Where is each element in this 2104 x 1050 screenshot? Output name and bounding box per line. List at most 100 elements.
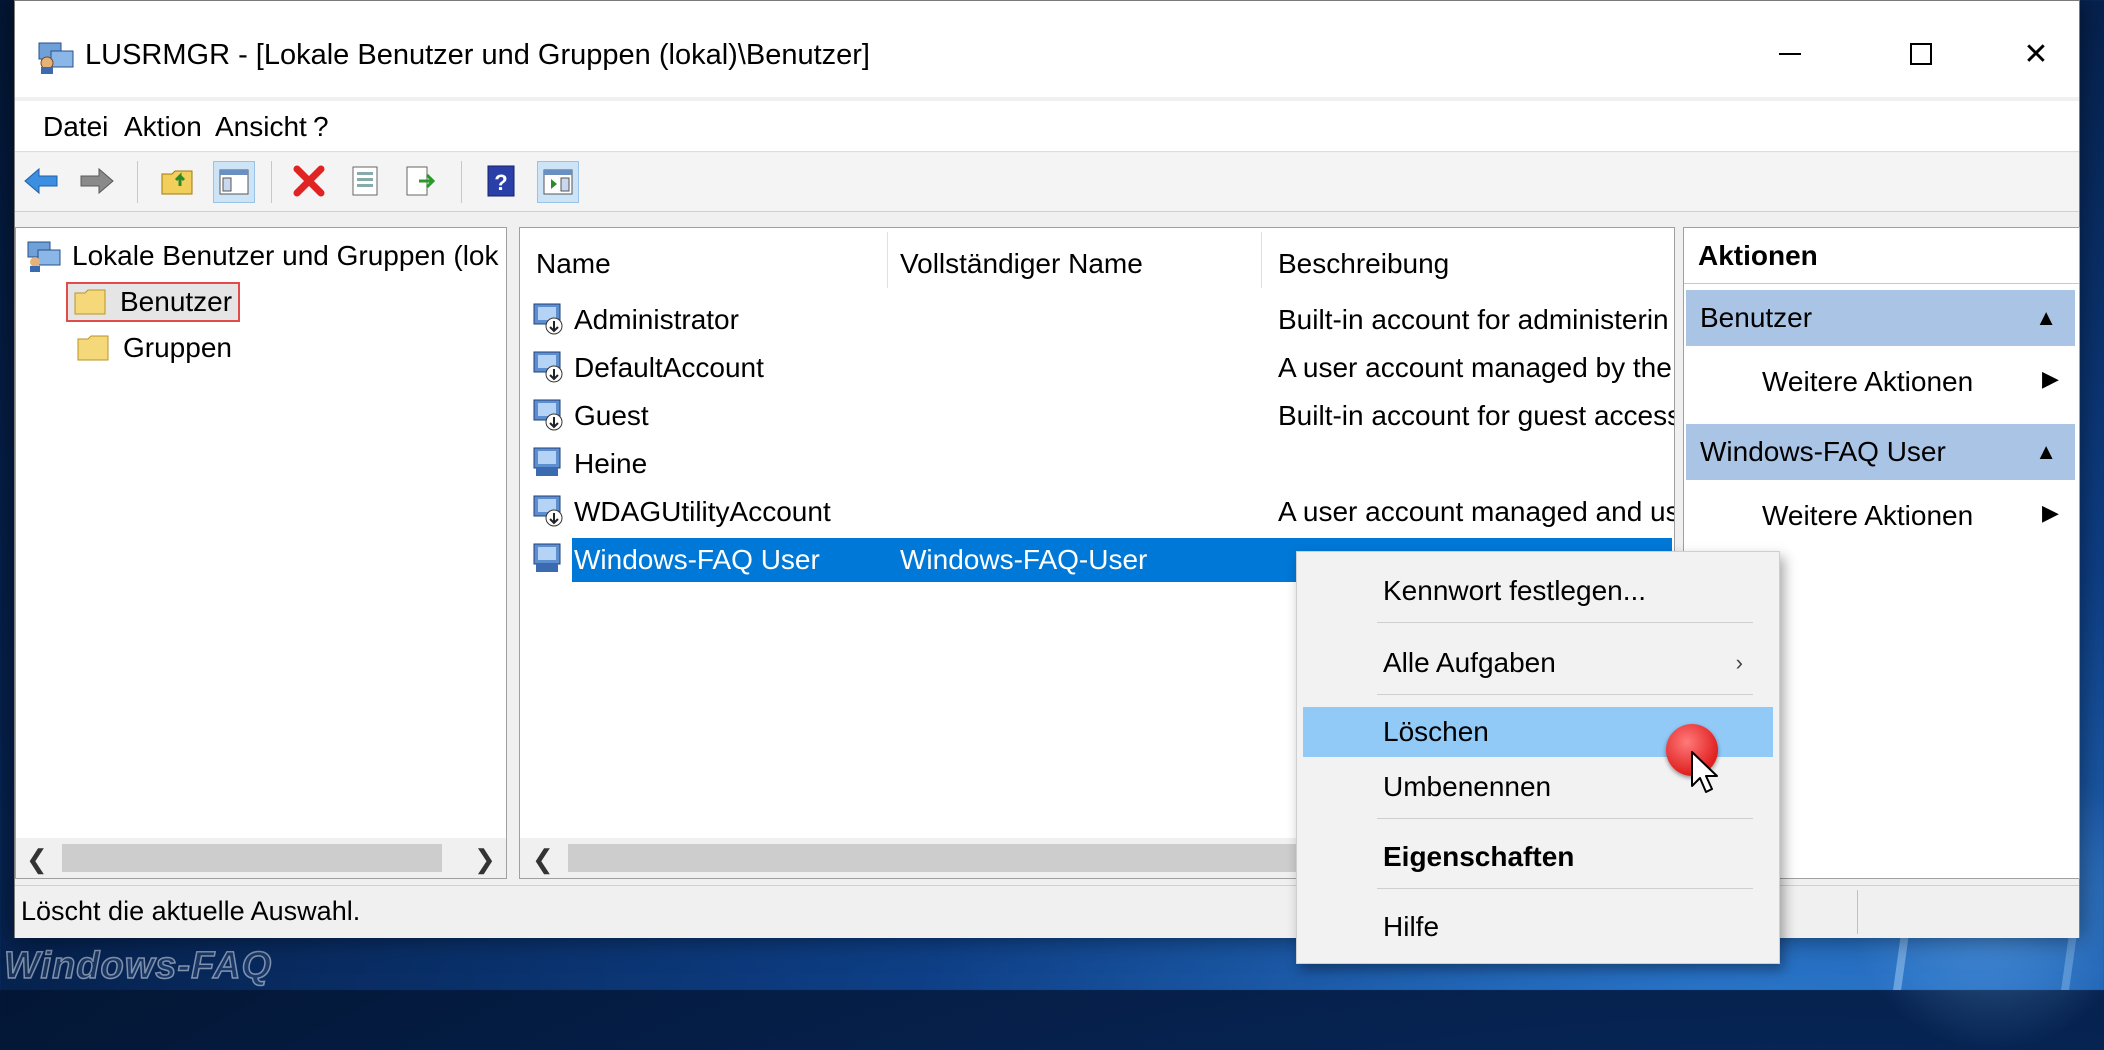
menu-separator [1377,622,1753,623]
menu-label: Hilfe [1383,911,1440,942]
column-divider[interactable] [887,232,888,288]
up-folder-icon [161,170,193,195]
section-header: Windows-FAQ User [1700,436,1946,467]
title-bar[interactable]: LUSRMGR - [Lokale Benutzer und Gruppen (… [15,1,2079,97]
cell-fullname: Windows-FAQ-User [900,544,1148,575]
table-row[interactable]: Heine [520,442,1674,486]
user-icon [533,351,563,383]
properties-icon [352,166,378,196]
cell-description: Built-in account for administerin [1278,304,1669,335]
menu-label: Löschen [1383,716,1489,747]
column-divider[interactable] [1261,232,1262,288]
tree-item-benutzer[interactable]: Benutzer [66,282,241,322]
menu-label: Umbenennen [1383,771,1552,802]
actions-section-user[interactable]: Windows-FAQ User ▲ [1686,424,2075,480]
column-header-name[interactable]: Name [536,248,611,280]
minimize-button[interactable] [1750,23,1830,85]
scroll-thumb[interactable] [62,844,442,872]
scroll-left-icon[interactable]: ❮ [26,844,48,875]
show-hide-tree-icon [219,169,249,195]
submenu-arrow-icon: ▶ [2042,500,2059,525]
folder-icon [77,335,109,361]
menu-datei[interactable]: Datei [43,111,108,143]
user-icon [533,303,563,335]
menu-item-eigenschaften[interactable]: Eigenschaften [1303,832,1773,882]
toolbar-separator [461,161,462,203]
status-text: Löscht die aktuelle Auswahl. [21,896,361,926]
toolbar-separator [137,161,138,203]
cell-description: A user account managed by the [1278,352,1672,383]
close-icon: ✕ [2023,37,2049,71]
svg-text:?: ? [494,170,507,195]
mouse-cursor-icon [1691,751,1718,793]
back-button[interactable] [21,161,61,201]
tree-root[interactable]: Lokale Benutzer und Gruppen (lok [26,240,499,272]
users-groups-icon [27,241,61,272]
submenu-chevron-icon: › [1735,650,1743,675]
help-button[interactable]: ? [481,161,521,201]
menu-label: Alle Aufgaben [1383,647,1556,678]
forward-button[interactable] [77,161,117,201]
link-label: Weitere Aktionen [1762,500,1974,531]
cell-name: Windows-FAQ User [574,544,820,575]
menu-item-hilfe[interactable]: Hilfe [1303,902,1773,952]
menu-ansicht[interactable]: Ansicht [215,111,307,143]
column-header-fullname[interactable]: Vollständiger Name [900,248,1143,280]
tree-item-gruppen[interactable]: Gruppen [71,330,238,366]
actions-title: Aktionen [1684,228,2079,284]
menu-label: Eigenschaften [1383,841,1575,872]
tree-pane: Lokale Benutzer und Gruppen (lok Benutze… [15,227,507,879]
menu-bar: Datei Aktion Ansicht ? [15,101,2079,152]
close-button[interactable]: ✕ [1996,23,2076,85]
user-icon [533,399,563,431]
back-arrow-icon [24,167,58,195]
menu-help[interactable]: ? [313,111,329,143]
scroll-right-icon[interactable]: ❯ [474,844,496,875]
scroll-thumb[interactable] [568,844,1328,872]
folder-icon [74,289,106,315]
tree-item-label: Gruppen [123,332,232,363]
tree-hscrollbar[interactable]: ❮ ❯ [16,838,506,878]
table-row[interactable]: DefaultAccount A user account managed by… [520,346,1674,390]
table-row[interactable]: Administrator Built-in account for admin… [520,298,1674,342]
weitere-aktionen-link[interactable]: Weitere Aktionen ▶ [1762,366,2059,398]
link-label: Weitere Aktionen [1762,366,1974,397]
up-button[interactable] [157,161,197,201]
cell-description: Built-in account for guest access [1278,400,1675,431]
table-row[interactable]: Guest Built-in account for guest access [520,394,1674,438]
table-row[interactable]: WDAGUtilityAccount A user account manage… [520,490,1674,534]
cell-description: A user account managed and us [1278,496,1675,527]
submenu-arrow-icon: ▶ [2042,366,2059,391]
status-divider [1857,890,1858,934]
show-hide-tree-button[interactable] [213,161,255,203]
users-groups-app-icon [38,42,74,74]
user-icon [533,543,561,572]
menu-separator [1377,888,1753,889]
menu-item-kennwort[interactable]: Kennwort festlegen... [1303,566,1773,616]
tree-root-label: Lokale Benutzer und Gruppen (lok [72,240,499,271]
cell-name: Heine [574,448,648,479]
weitere-aktionen-link[interactable]: Weitere Aktionen ▶ [1762,500,2059,532]
actions-section-benutzer[interactable]: Benutzer ▲ [1686,290,2075,346]
collapse-triangle-icon[interactable]: ▲ [2035,290,2057,346]
export-list-button[interactable] [401,161,441,201]
properties-button[interactable] [345,161,385,201]
collapse-triangle-icon[interactable]: ▲ [2035,424,2057,480]
maximize-button[interactable] [1881,23,1961,85]
tree-item-label: Benutzer [120,286,233,317]
menu-separator [1377,694,1753,695]
help-icon: ? [487,165,515,197]
menu-item-alle-aufgaben[interactable]: Alle Aufgaben › [1303,638,1773,688]
maximize-icon [1910,43,1932,65]
user-icon [533,447,561,476]
column-header-description[interactable]: Beschreibung [1278,248,1449,280]
toolbar-separator [271,161,272,203]
scroll-left-icon[interactable]: ❮ [532,844,554,875]
menu-aktion[interactable]: Aktion [124,111,202,143]
delete-icon [293,165,325,197]
minimize-icon [1779,53,1801,55]
delete-button[interactable] [289,161,329,201]
show-hide-action-pane-button[interactable] [537,161,579,203]
forward-arrow-icon [80,167,114,195]
cell-name: DefaultAccount [574,352,764,383]
